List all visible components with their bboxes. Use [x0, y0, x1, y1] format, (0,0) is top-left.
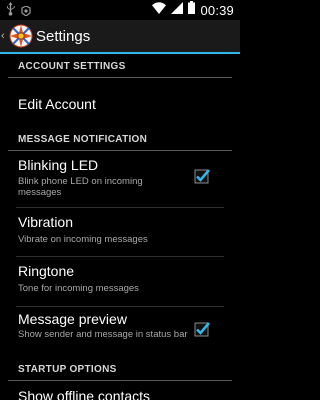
pref-message-preview[interactable]: Message preview Show sender and message …: [0, 307, 240, 357]
pref-summary: Tone for incoming messages: [18, 283, 139, 294]
section-header-startup: STARTUP OPTIONS: [8, 359, 232, 381]
up-caret-icon[interactable]: ‹: [1, 30, 5, 42]
pref-title: Blinking LED: [18, 157, 99, 173]
section-header-account: ACCOUNT SETTINGS: [8, 56, 232, 78]
pref-summary: Show sender and message in status bar: [18, 329, 188, 340]
section-header-label: STARTUP OPTIONS: [18, 364, 117, 375]
status-time: 00:39: [200, 2, 234, 18]
battery-icon: [188, 1, 196, 19]
blinking-led-checkbox[interactable]: [194, 168, 210, 184]
action-bar: ‹ Settings: [0, 20, 240, 54]
pref-summary: Vibrate on incoming messages: [18, 234, 148, 245]
usb-icon: [6, 2, 15, 21]
message-preview-checkbox[interactable]: [194, 321, 210, 337]
section-header-message-notification: MESSAGE NOTIFICATION: [8, 129, 232, 151]
pref-title: Edit Account: [18, 96, 96, 112]
app-logo-icon[interactable]: [9, 24, 33, 48]
pref-summary: Blink phone LED on incoming messages: [18, 176, 143, 198]
android-debug-icon: [21, 3, 31, 21]
page-title: Settings: [36, 28, 91, 45]
pref-blinking-led[interactable]: Blinking LED Blink phone LED on incoming…: [0, 152, 240, 202]
pref-ringtone[interactable]: Ringtone Tone for incoming messages: [0, 257, 240, 305]
section-header-label: MESSAGE NOTIFICATION: [18, 134, 148, 145]
wifi-icon: [152, 1, 167, 19]
pref-vibration[interactable]: Vibration Vibrate on incoming messages: [0, 208, 240, 256]
pref-title: Show offline contacts: [18, 388, 151, 400]
pref-title: Vibration: [18, 214, 74, 230]
section-header-label: ACCOUNT SETTINGS: [18, 61, 126, 72]
signal-icon: [171, 1, 184, 19]
settings-list: ACCOUNT SETTINGS Edit Account MESSAGE NO…: [0, 56, 240, 400]
pref-show-offline-contacts[interactable]: Show offline contacts: [0, 382, 240, 400]
pref-title: Message preview: [18, 311, 127, 327]
status-bar: 00:39: [0, 0, 240, 20]
pref-title: Ringtone: [18, 263, 75, 279]
